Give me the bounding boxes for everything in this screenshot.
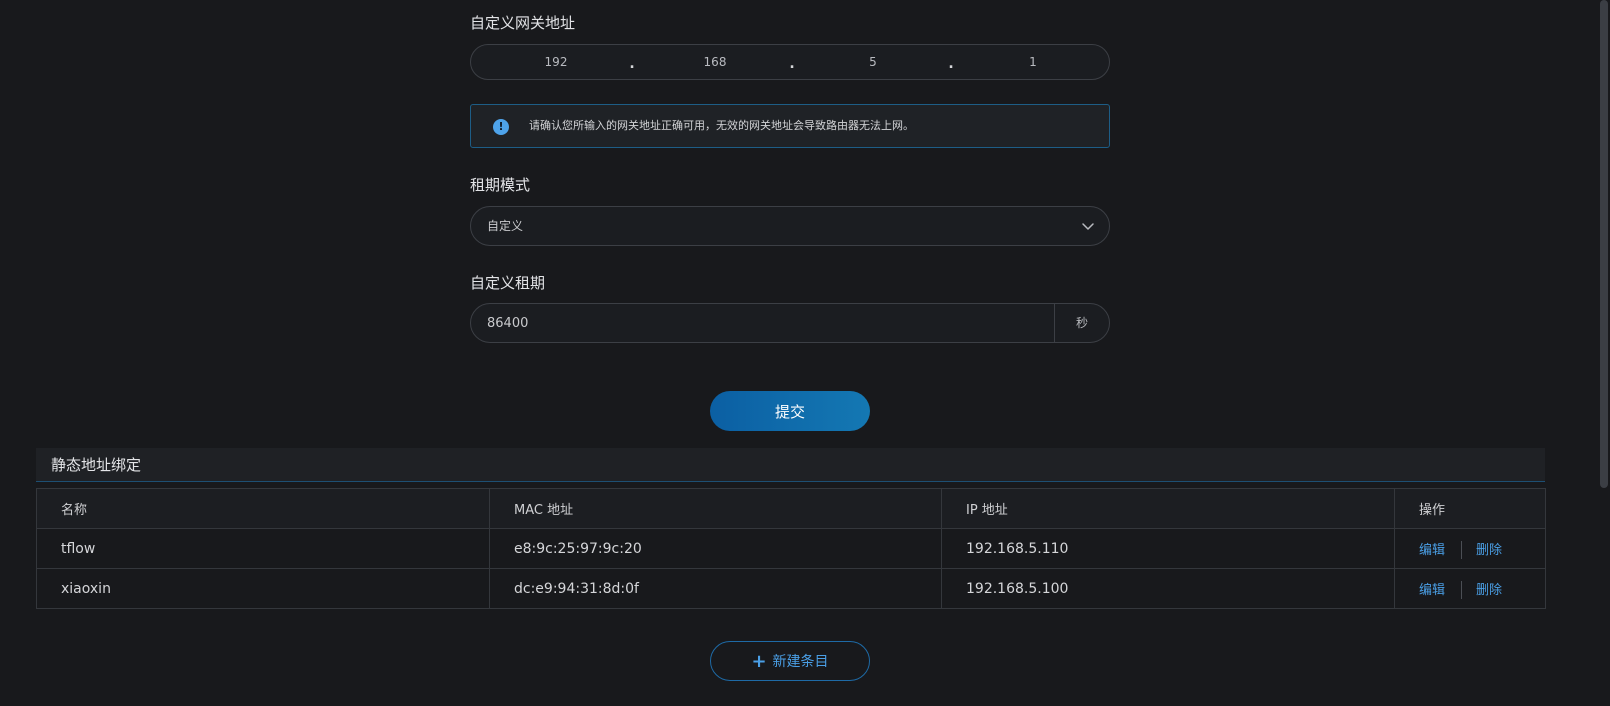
static-binding-header: 静态地址绑定	[36, 448, 1545, 482]
edit-link[interactable]: 编辑	[1419, 583, 1445, 598]
column-header-mac: MAC 地址	[489, 488, 942, 529]
action-divider	[1461, 580, 1463, 599]
edit-link[interactable]: 编辑	[1419, 543, 1445, 558]
ip-octet-4[interactable]: 1	[993, 45, 1073, 79]
action-divider	[1461, 540, 1463, 559]
ip-octet-1[interactable]: 192	[516, 45, 596, 79]
ip-dot-1: .	[629, 56, 635, 72]
section-title: 静态地址绑定	[51, 456, 142, 474]
custom-lease-label: 自定义租期	[470, 274, 546, 292]
column-header-actions: 操作	[1394, 488, 1546, 529]
cell-mac: dc:e9:94:31:8d:0f	[489, 568, 942, 609]
delete-link[interactable]: 删除	[1476, 583, 1502, 598]
delete-link[interactable]: 删除	[1476, 543, 1502, 558]
scrollbar[interactable]	[1598, 0, 1610, 706]
scrollbar-thumb[interactable]	[1600, 0, 1608, 488]
cell-ip: 192.168.5.100	[941, 568, 1395, 609]
custom-lease-field: 秒	[470, 303, 1110, 343]
ip-octet-3[interactable]: 5	[833, 45, 913, 79]
submit-button[interactable]: 提交	[710, 391, 870, 431]
table-header-row: 名称 MAC 地址 IP 地址 操作	[36, 488, 1546, 529]
ip-dot-3: .	[948, 56, 954, 72]
new-entry-button[interactable]: + 新建条目	[710, 641, 870, 681]
gateway-ip-input[interactable]: 192 . 168 . 5 . 1	[470, 44, 1110, 80]
plus-icon: +	[751, 650, 767, 672]
alert-text: 请确认您所输入的网关地址正确可用，无效的网关地址会导致路由器无法上网。	[529, 119, 914, 132]
table-row: xiaoxin dc:e9:94:31:8d:0f 192.168.5.100 …	[36, 568, 1546, 609]
cell-mac: e8:9c:25:97:9c:20	[489, 528, 942, 569]
ip-octet-2[interactable]: 168	[675, 45, 755, 79]
lease-mode-select[interactable]: 自定义	[470, 206, 1110, 246]
cell-name: xiaoxin	[36, 568, 490, 609]
column-header-name: 名称	[36, 488, 490, 529]
column-header-ip: IP 地址	[941, 488, 1395, 529]
lease-mode-value: 自定义	[487, 219, 524, 233]
lease-mode-label: 租期模式	[470, 176, 531, 194]
static-binding-table: 名称 MAC 地址 IP 地址 操作 tflow e8:9c:25:97:9c:…	[36, 488, 1546, 609]
custom-lease-input[interactable]	[471, 304, 1055, 342]
new-entry-label: 新建条目	[772, 653, 829, 670]
info-icon: !	[493, 119, 509, 135]
table-row: tflow e8:9c:25:97:9c:20 192.168.5.110 编辑…	[36, 528, 1546, 569]
lease-unit: 秒	[1054, 304, 1109, 342]
ip-dot-2: .	[789, 56, 795, 72]
cell-ip: 192.168.5.110	[941, 528, 1395, 569]
gateway-label: 自定义网关地址	[470, 14, 576, 32]
cell-actions: 编辑 删除	[1394, 568, 1546, 609]
cell-name: tflow	[36, 528, 490, 569]
gateway-warning-alert: ! 请确认您所输入的网关地址正确可用，无效的网关地址会导致路由器无法上网。	[470, 104, 1110, 148]
cell-actions: 编辑 删除	[1394, 528, 1546, 569]
chevron-down-icon	[1082, 223, 1094, 230]
